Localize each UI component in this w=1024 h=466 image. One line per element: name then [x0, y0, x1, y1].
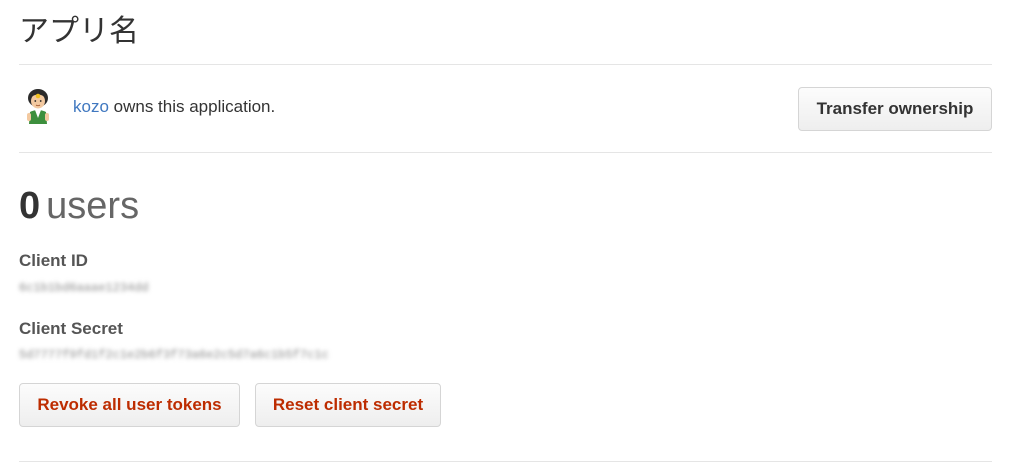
client-id-label: Client ID: [19, 251, 88, 270]
owner-username-link[interactable]: kozo: [73, 97, 109, 116]
divider: [19, 64, 992, 65]
divider: [19, 152, 992, 153]
owner-statement: kozo owns this application.: [73, 96, 275, 118]
users-count-heading: 0 users: [19, 184, 139, 228]
client-id-value: 6c1b1bd6aaae1234dd: [19, 281, 149, 295]
divider: [19, 461, 992, 462]
avatar-icon: [27, 89, 49, 124]
users-count-label: users: [46, 185, 140, 227]
transfer-ownership-button[interactable]: Transfer ownership: [798, 87, 992, 131]
reset-client-secret-button[interactable]: Reset client secret: [255, 383, 441, 427]
revoke-all-tokens-button[interactable]: Revoke all user tokens: [19, 383, 240, 427]
client-secret-label: Client Secret: [19, 319, 123, 338]
application-settings-page: アプリ名 kozo owns this application. Transfe…: [0, 0, 1024, 466]
app-title: アプリ名: [19, 14, 139, 49]
owner-statement-suffix: owns this application.: [108, 97, 276, 116]
users-count-number: 0: [19, 185, 41, 227]
client-secret-value: 5d7777f9fd1f2c1e2b6f3f73a6e2c5d7a6c1b5f7…: [19, 348, 329, 362]
avatar[interactable]: [23, 88, 53, 126]
owner-row: kozo owns this application. Transfer own…: [19, 66, 992, 152]
